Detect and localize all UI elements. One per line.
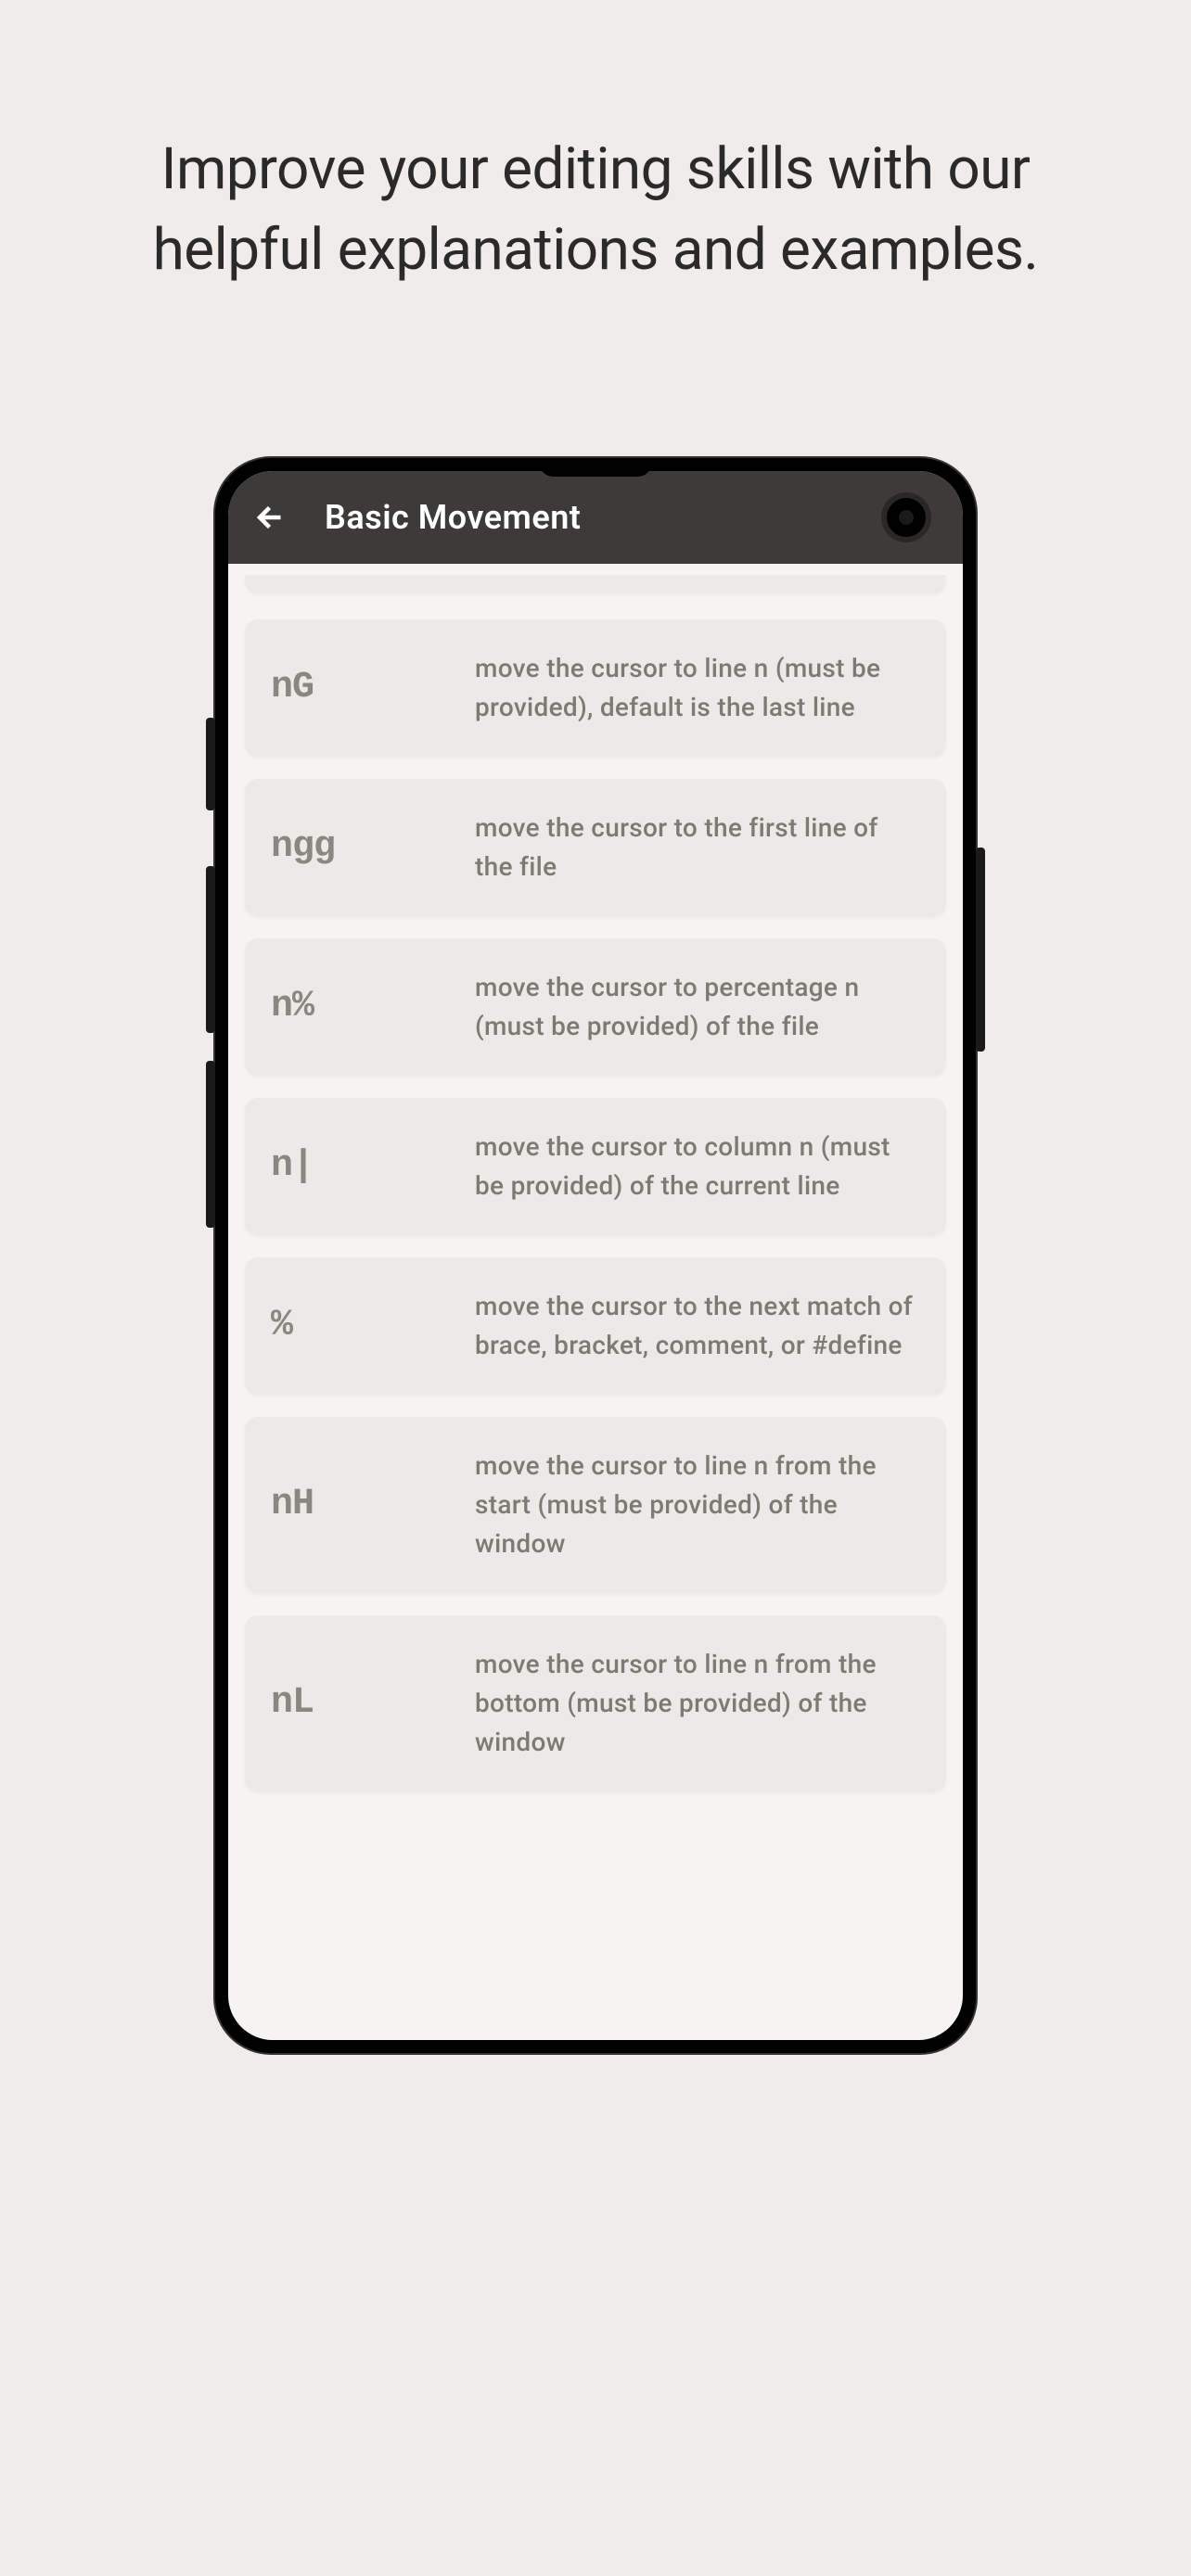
command-card[interactable]: % move the cursor to the next match of b… <box>245 1257 946 1395</box>
page-headline: Improve your editing skills with our hel… <box>85 130 1106 291</box>
phone-side-button <box>206 718 215 810</box>
command-card[interactable]: nG move the cursor to line n (must be pr… <box>245 619 946 757</box>
command-description: move the cursor to line n from the start… <box>475 1447 920 1563</box>
command-card[interactable]: nL move the cursor to line n from the bo… <box>245 1615 946 1792</box>
command-card[interactable]: n| move the cursor to column n (must be … <box>245 1098 946 1235</box>
command-card[interactable]: nH move the cursor to line n from the st… <box>245 1417 946 1593</box>
command-description: move the cursor to column n (must be pro… <box>475 1128 920 1205</box>
command-key: nG <box>271 667 475 708</box>
partial-card-above <box>245 575 946 593</box>
command-list[interactable]: nG move the cursor to line n (must be pr… <box>228 564 963 1803</box>
phone-mockup-frame: Basic Movement nG move the cursor to lin… <box>215 458 976 2053</box>
command-description: move the cursor to the first line of the… <box>475 809 920 886</box>
app-header: Basic Movement <box>228 471 963 564</box>
command-key: nL <box>271 1682 475 1724</box>
phone-side-button <box>206 866 215 1033</box>
command-key: n| <box>271 1145 475 1187</box>
command-key: ngg <box>271 826 475 868</box>
arrow-left-icon <box>254 501 288 534</box>
camera-cutout <box>887 498 926 537</box>
command-key: nH <box>271 1484 475 1525</box>
page-title: Basic Movement <box>325 498 581 537</box>
phone-side-button <box>206 1061 215 1228</box>
camera-lens <box>899 510 914 525</box>
command-card[interactable]: ngg move the cursor to the first line of… <box>245 779 946 916</box>
phone-notch <box>540 458 651 477</box>
phone-screen: Basic Movement nG move the cursor to lin… <box>228 471 963 2040</box>
command-description: move the cursor to percentage n (must be… <box>475 968 920 1046</box>
phone-side-button <box>976 848 985 1052</box>
command-description: move the cursor to line n from the botto… <box>475 1645 920 1762</box>
command-key: n% <box>271 986 475 1027</box>
command-key: % <box>271 1305 475 1346</box>
command-description: move the cursor to the next match of bra… <box>475 1287 920 1365</box>
command-description: move the cursor to line n (must be provi… <box>475 649 920 727</box>
back-button[interactable] <box>254 501 288 534</box>
command-card[interactable]: n% move the cursor to percentage n (must… <box>245 938 946 1076</box>
